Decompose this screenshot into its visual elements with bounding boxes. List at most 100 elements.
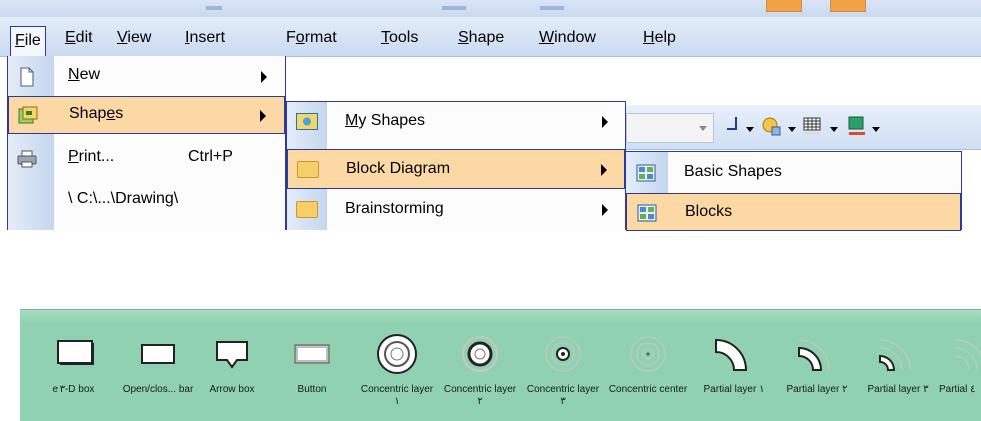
menu-file-accel: F: [15, 32, 25, 49]
stencil-shape-arrow-box[interactable]: Arrow box: [192, 332, 272, 421]
menu-tools-accel: T: [381, 29, 389, 46]
menu-window-accel: W: [539, 29, 555, 46]
file-menu-item-shapes[interactable]: Shapes: [8, 96, 285, 134]
menu-help-label: elp: [654, 29, 676, 46]
formatting-toolbar: [626, 105, 981, 150]
stencil-shape-button[interactable]: Button: [272, 332, 352, 421]
menu-format-pre: F: [286, 29, 296, 46]
menu-shape[interactable]: Shape: [458, 27, 504, 51]
chevron-down-icon[interactable]: [872, 127, 880, 132]
shapes-menu-item-brainstorming[interactable]: Brainstorming: [287, 190, 625, 230]
menu-insert[interactable]: Insert: [185, 27, 225, 51]
file-menu-shapes-label: Shapes: [69, 105, 123, 123]
chevron-down-icon[interactable]: [830, 127, 838, 132]
menu-format[interactable]: Format: [286, 27, 337, 51]
toolbar-button-orange[interactable]: [766, 0, 802, 12]
stencil-shape-label: Concentric layer ١: [360, 384, 434, 407]
stencil-icon: [636, 164, 656, 182]
print-shortcut: Ctrl+P: [188, 148, 233, 165]
concentric-layer-icon: [357, 332, 437, 384]
file-menu-shapes-text: s: [115, 105, 124, 122]
menu-tools[interactable]: Tools: [381, 27, 418, 51]
menu-edit-accel: E: [65, 29, 76, 46]
file-menu-shapes-pre: Shap: [69, 105, 107, 122]
stencil-shape-partial-layer-1[interactable]: Partial layer ١: [694, 332, 774, 421]
menu-file-label: ile: [24, 32, 41, 49]
folder-icon: [297, 161, 319, 178]
shapes-menu-item-block-diagram[interactable]: Block Diagram: [287, 149, 625, 189]
fill-color-icon[interactable]: [760, 115, 782, 141]
menu-help[interactable]: Help: [643, 27, 676, 51]
menu-view[interactable]: View: [117, 27, 151, 51]
toolbar-divider: [206, 6, 222, 10]
menu-window[interactable]: Window: [539, 27, 596, 51]
menu-view-label: iew: [127, 29, 152, 46]
block-diagram-submenu: Basic Shapes Blocks: [625, 151, 962, 231]
stencil-shape-concentric-layer-1[interactable]: Concentric layer ١: [357, 332, 437, 421]
menu-format-accel: o: [295, 29, 305, 46]
my-shapes-text: y Shapes: [358, 112, 426, 129]
toolbar-combo-box[interactable]: [626, 113, 714, 143]
stencil-shape-label: Partial layer ٢: [786, 384, 848, 395]
submenu-arrow-icon: [260, 110, 266, 122]
stencil-shape-partial-layer-4[interactable]: Partial ٤: [925, 332, 981, 421]
arrow-box-icon: [192, 332, 272, 384]
block-diagram-label: Block Diagram: [346, 160, 451, 177]
concentric-layer-icon: [523, 332, 603, 384]
menu-shape-label: hape: [468, 29, 505, 46]
menu-tools-label: ools: [389, 29, 419, 46]
stencil-title-band: [20, 310, 981, 324]
stencil-shape-concentric-layer-2[interactable]: Concentric layer ٢: [440, 332, 520, 421]
chevron-down-icon[interactable]: [746, 127, 754, 132]
chevron-down-icon: [699, 126, 707, 131]
stencil-shape-label: Button: [297, 384, 327, 395]
partial-layer-icon: [777, 332, 857, 384]
stencil-shape-label: Partial ٤: [939, 384, 976, 395]
connector-tool-icon[interactable]: [724, 115, 742, 141]
recent-file-label: \ C:\...\Drawing\: [68, 190, 179, 207]
chevron-down-icon[interactable]: [788, 127, 796, 132]
toolbar-button-orange[interactable]: [830, 0, 866, 12]
stencil-shape-open-close-bar[interactable]: Open/clos... bar: [118, 332, 198, 421]
file-menu-item-print[interactable]: Print... Ctrl+P: [8, 140, 285, 178]
menu-edit[interactable]: Edit: [65, 27, 93, 51]
file-menu: New Shapes Print... Ctrl+P \ C:\...\Draw…: [7, 56, 286, 230]
file-menu-item-new[interactable]: New: [8, 58, 285, 96]
my-shapes-accel: M: [345, 112, 359, 129]
file-menu-shapes-accel: e: [106, 105, 116, 122]
stencil-shape-concentric-center[interactable]: Concentric center: [608, 332, 688, 421]
file-menu-item-recent-file[interactable]: \ C:\...\Drawing\: [8, 182, 285, 220]
file-menu-new-label: New: [68, 66, 100, 84]
stencil-shape-label: ٣-D box: [59, 384, 95, 395]
menu-file[interactable]: File: [10, 26, 46, 56]
file-menu-new-accel: N: [68, 66, 80, 83]
block-menu-item-blocks[interactable]: Blocks: [626, 193, 961, 231]
submenu-arrow-icon: [602, 204, 608, 216]
blocks-label: Blocks: [685, 203, 733, 220]
basic-shapes-label: Basic Shapes: [684, 163, 782, 180]
stencil-shape-label: Open/clos... bar: [122, 384, 194, 395]
stencil-shape-3d-box[interactable]: ٣-D box: [37, 332, 117, 421]
3d-box-icon: [37, 332, 117, 384]
menu-insert-label: nsert: [189, 29, 226, 46]
stencil-icon: [637, 204, 657, 222]
menu-bar: File Edit View Insert Format Tools Shape…: [0, 17, 981, 57]
brainstorming-label: Brainstorming: [345, 200, 444, 217]
toolbar-divider: [442, 6, 466, 10]
menu-view-accel: V: [117, 29, 128, 46]
pattern-icon[interactable]: [802, 115, 824, 141]
menu-shape-accel: S: [458, 29, 469, 46]
stencil-shape-partial-layer-2[interactable]: Partial layer ٢: [777, 332, 857, 421]
menu-edit-label: dit: [75, 29, 93, 46]
my-shapes-icon: [296, 113, 318, 130]
toolbar-divider: [540, 6, 564, 10]
block-menu-item-basic-shapes[interactable]: Basic Shapes: [626, 154, 961, 192]
shadow-color-icon[interactable]: [846, 115, 868, 141]
stencil-shape-concentric-layer-3[interactable]: Concentric layer ٣: [523, 332, 603, 421]
printer-icon: [17, 149, 37, 169]
file-menu-print-accel: P: [68, 148, 79, 165]
file-menu-new-text: ew: [79, 66, 101, 83]
submenu-arrow-icon: [261, 71, 267, 83]
shapes-menu-item-my-shapes[interactable]: My Shapes: [287, 102, 625, 142]
menu-window-label: indow: [554, 29, 596, 46]
